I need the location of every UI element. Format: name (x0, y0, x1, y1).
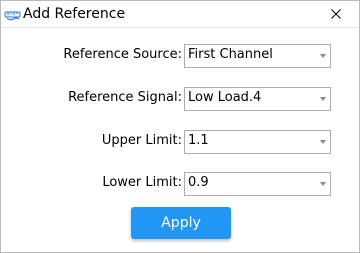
lower-limit-select[interactable]: 0.9 (184, 172, 331, 196)
title-bar[interactable]: Add Reference (1, 1, 359, 27)
upper-limit-select[interactable]: 1.1 (184, 130, 331, 154)
lower-limit-value: 0.9 (188, 175, 209, 190)
dropdown-arrow-icon (320, 97, 326, 101)
reference-signal-value: Low Load.4 (188, 90, 262, 105)
reference-source-value: First Channel (188, 47, 273, 62)
reference-source-label: Reference Source: (63, 47, 182, 62)
ruler-cable-icon (4, 7, 22, 21)
dropdown-arrow-icon (320, 54, 326, 58)
dropdown-arrow-icon (320, 140, 326, 144)
reference-signal-row: Reference Signal: Low Load.4 (1, 87, 359, 111)
reference-signal-select[interactable]: Low Load.4 (184, 87, 331, 111)
dialog-title: Add Reference (23, 6, 126, 22)
dropdown-arrow-icon (320, 182, 326, 186)
title-separator (1, 27, 359, 28)
reference-signal-label: Reference Signal: (68, 90, 182, 105)
apply-button[interactable]: Apply (131, 207, 231, 239)
add-reference-dialog: Add Reference Reference Source: First Ch… (0, 0, 360, 253)
upper-limit-value: 1.1 (188, 133, 209, 148)
lower-limit-label: Lower Limit: (102, 175, 182, 190)
upper-limit-label: Upper Limit: (101, 133, 182, 148)
close-icon (331, 9, 341, 19)
lower-limit-row: Lower Limit: 0.9 (1, 172, 359, 196)
reference-source-row: Reference Source: First Channel (1, 44, 359, 68)
upper-limit-row: Upper Limit: 1.1 (1, 130, 359, 154)
reference-source-select[interactable]: First Channel (184, 44, 331, 68)
close-button[interactable] (313, 1, 359, 27)
